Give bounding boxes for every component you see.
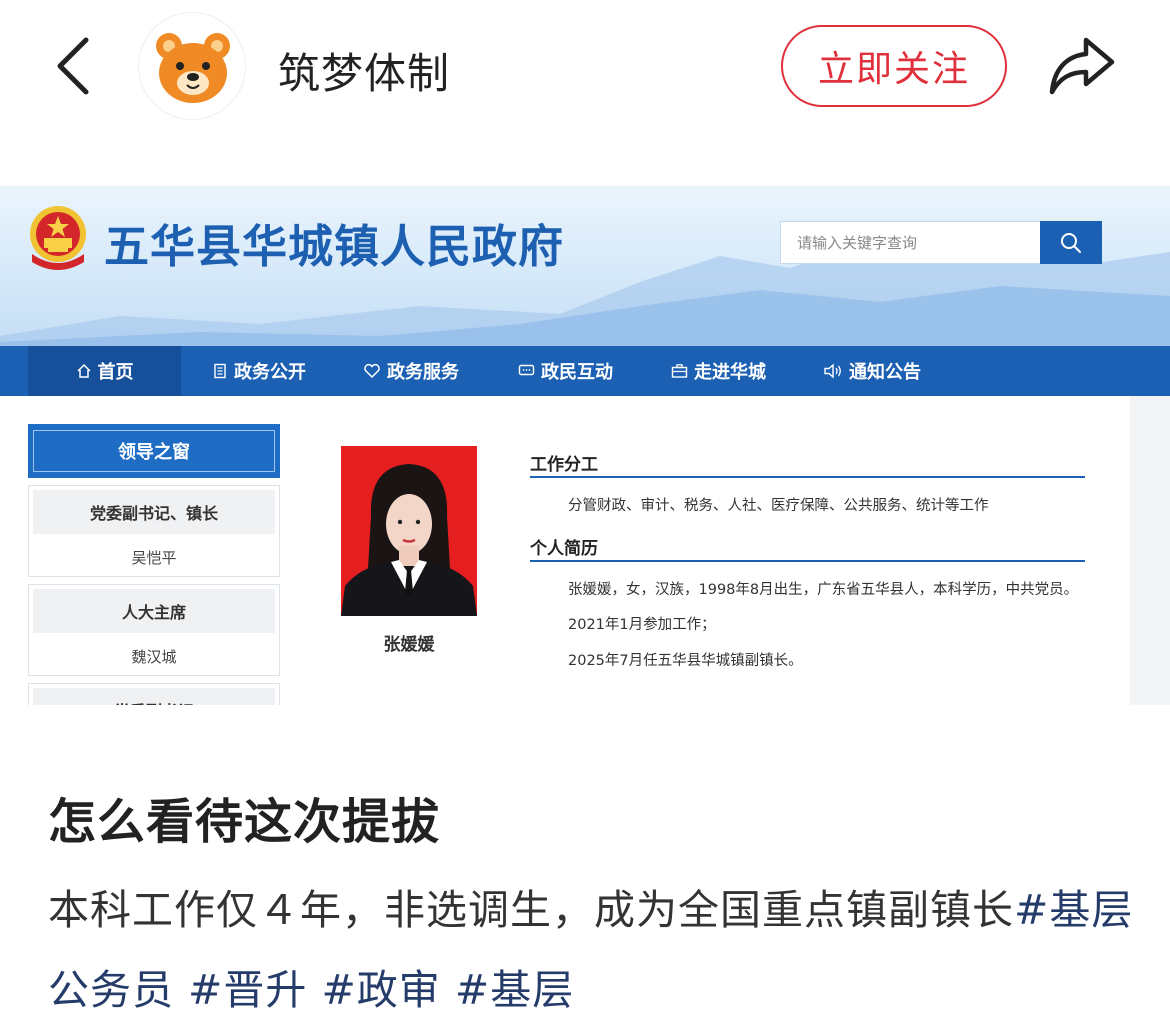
nav-gov-services[interactable]: 政务服务 — [363, 346, 459, 396]
site-search — [780, 221, 1102, 264]
leader-card[interactable]: 人大主席 魏汉城 — [28, 584, 280, 676]
nav-label: 政务服务 — [387, 362, 459, 383]
leader-position: 党委副书记 — [33, 688, 275, 705]
leader-position: 党委副书记、镇长 — [33, 490, 275, 534]
duty-section-title: 工作分工 — [530, 455, 598, 475]
site-search-button[interactable] — [1040, 221, 1102, 264]
bio-section-title: 个人简历 — [530, 539, 598, 559]
bear-logo-icon — [156, 33, 230, 103]
post-body-text: 本科工作仅４年，非选调生，成为全国重点镇副镇长 — [48, 886, 1014, 934]
official-name: 张媛媛 — [383, 635, 435, 655]
bio-section-divider — [530, 560, 1085, 562]
leader-card[interactable]: 党委副书记、镇长 吴恺平 — [28, 485, 280, 577]
bio-line: 2021年1月参加工作； — [568, 617, 716, 633]
nav-label: 走进华城 — [694, 362, 766, 383]
post-body: 本科工作仅４年，非选调生，成为全国重点镇副镇长#基层公务员 #晋升 #政审 #基… — [48, 870, 1138, 1030]
site-banner: 五华县华城镇人民政府 — [0, 186, 1170, 346]
nav-gov-affairs-open[interactable]: 政务公开 — [212, 346, 306, 396]
site-nav: 首页 政务公开 政务服务 政民互动 走进华城 通知公告 — [0, 346, 1170, 396]
home-icon — [76, 363, 91, 378]
nav-home[interactable]: 首页 — [28, 346, 181, 396]
bio-line: 张媛媛，女，汉族，1998年8月出生，广东省五华县人，本科学历，中共党员。 — [568, 582, 1079, 598]
leader-name: 吴恺平 — [131, 548, 177, 567]
leader-name: 魏汉城 — [131, 647, 177, 666]
embedded-screenshot[interactable]: 五华县华城镇人民政府 首页 政务公开 — [0, 186, 1170, 705]
post-title: 怎么看待这次提拔 — [48, 794, 441, 850]
briefcase-icon — [671, 364, 688, 378]
top-app-bar: 筑梦体制 立即关注 — [0, 0, 1170, 135]
chat-icon — [518, 364, 535, 376]
leader-position: 人大主席 — [33, 589, 275, 633]
nav-notices[interactable]: 通知公告 — [823, 346, 921, 396]
duty-text: 分管财政、审计、税务、人社、医疗保障、公共服务、统计等工作 — [568, 498, 989, 514]
page-edge — [1130, 396, 1170, 705]
bio-line: 2025年7月任五华县华城镇副镇长。 — [568, 653, 803, 669]
duty-section-divider — [530, 476, 1085, 478]
search-icon — [1061, 232, 1081, 253]
nav-label: 政民互动 — [541, 362, 613, 383]
official-portrait — [341, 446, 477, 616]
share-button[interactable] — [1046, 34, 1118, 98]
speaker-icon — [824, 363, 841, 379]
nav-label: 政务公开 — [234, 362, 306, 383]
account-avatar[interactable] — [138, 12, 246, 120]
site-title: 五华县华城镇人民政府 — [104, 220, 565, 273]
site-search-input[interactable] — [780, 221, 1040, 264]
nav-label: 通知公告 — [849, 362, 921, 383]
document-icon — [214, 363, 226, 379]
share-arrow-icon — [1049, 37, 1115, 95]
leaders-sidebar: 领导之窗 党委副书记、镇长 吴恺平 人大主席 魏汉城 党委副书记 — [28, 424, 280, 705]
leaders-window-header: 领导之窗 — [28, 424, 280, 478]
hashtag-link[interactable]: #基层 — [455, 966, 574, 1014]
nav-public-interaction[interactable]: 政民互动 — [518, 346, 613, 396]
nav-about-huacheng[interactable]: 走进华城 — [671, 346, 766, 396]
back-button[interactable] — [52, 36, 96, 96]
national-emblem-icon — [24, 202, 92, 274]
heart-icon — [364, 363, 380, 379]
portrait-figure — [341, 464, 477, 616]
account-name[interactable]: 筑梦体制 — [278, 40, 450, 101]
leader-card[interactable]: 党委副书记 — [28, 683, 280, 705]
hashtag-link[interactable]: #政审 — [321, 966, 440, 1014]
nav-label: 首页 — [97, 362, 134, 383]
hashtag-link[interactable]: #晋升 — [188, 966, 307, 1014]
chevron-left-icon — [57, 37, 89, 95]
follow-button[interactable]: 立即关注 — [781, 25, 1007, 107]
site-content: 领导之窗 党委副书记、镇长 吴恺平 人大主席 魏汉城 党委副书记 — [0, 396, 1170, 705]
